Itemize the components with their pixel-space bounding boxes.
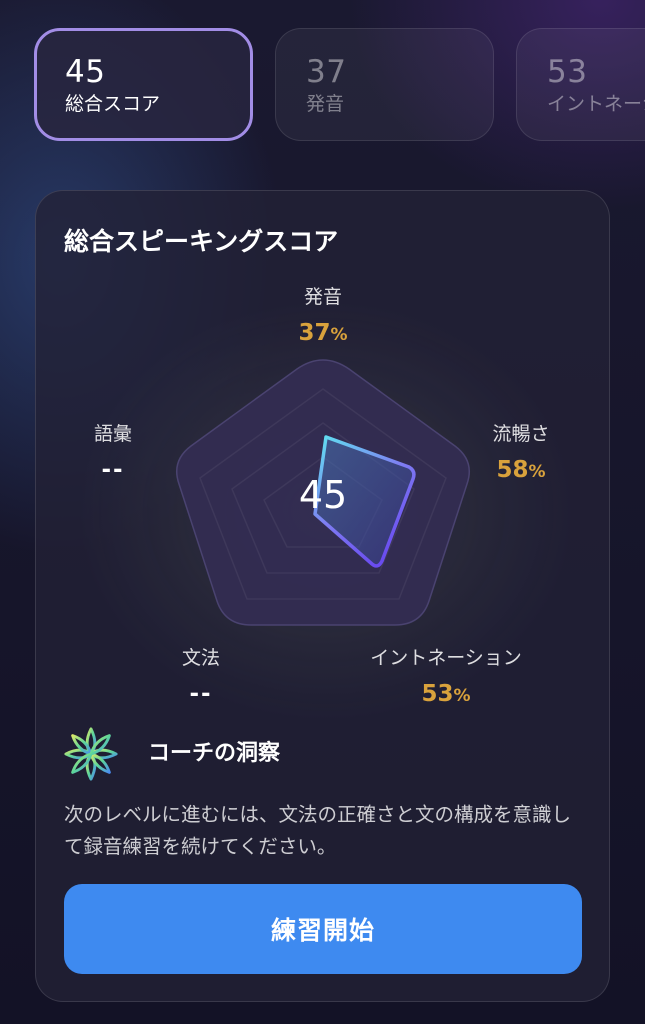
metric-name: 流暢さ xyxy=(492,423,550,445)
metric-name: 文法 xyxy=(181,647,220,669)
radar-center-score: 45 xyxy=(298,473,348,517)
speaking-score-card: 総合スピーキングスコア 45 発音 37% 流暢さ 58% 語彙 -- 文法 -… xyxy=(35,190,610,1002)
tab-score-value: 37 xyxy=(306,54,347,90)
metric-value: -- xyxy=(101,457,125,483)
tab-score-value: 45 xyxy=(65,54,106,90)
metric-intonation: イントネーション 53% xyxy=(346,646,546,710)
metric-value: 53% xyxy=(421,681,471,707)
metric-name: 語彙 xyxy=(93,423,132,445)
tab-intonation[interactable]: 53 イントネーション xyxy=(516,28,645,141)
tab-score-label: 総合スコア xyxy=(65,93,161,115)
metric-value: 37% xyxy=(298,320,348,346)
metric-pronunciation: 発音 37% xyxy=(223,285,423,349)
metric-grammar: 文法 -- xyxy=(101,646,301,708)
tab-score-label: 発音 xyxy=(306,93,345,115)
coach-sparkle-icon xyxy=(64,727,118,781)
metric-name: イントネーション xyxy=(370,647,522,669)
tab-overall-score[interactable]: 45 総合スコア xyxy=(34,28,253,141)
start-practice-button[interactable]: 練習開始 xyxy=(64,884,582,974)
coach-insight-text: 次のレベルに進むには、文法の正確さと文の構成を意識して録音練習を続けてください。 xyxy=(64,803,572,858)
tab-score-value: 53 xyxy=(547,54,588,90)
metric-value: 58% xyxy=(496,457,546,483)
coach-insight-title: コーチの洞察 xyxy=(148,741,281,766)
tab-score-label: イントネーション xyxy=(547,93,645,115)
metric-fluency: 流暢さ 58% xyxy=(421,422,609,486)
tab-pronunciation[interactable]: 37 発音 xyxy=(275,28,494,141)
metric-vocabulary: 語彙 -- xyxy=(36,422,213,484)
metric-name: 発音 xyxy=(303,286,342,308)
metric-value: -- xyxy=(189,681,213,707)
